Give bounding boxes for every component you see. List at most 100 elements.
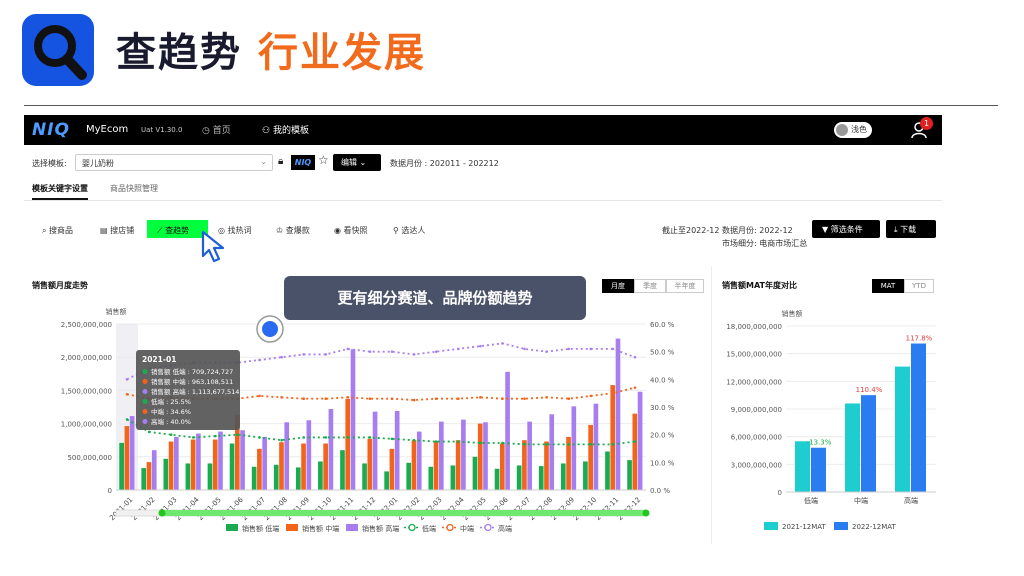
bar-low bbox=[141, 468, 147, 490]
bar-mid bbox=[323, 443, 328, 490]
divider bbox=[24, 105, 998, 106]
mat-comparison-panel: 销售额MAT年度对比 MAT YTD 销售额 18,000,000,000 15,0… bbox=[714, 266, 942, 544]
bar-high bbox=[218, 431, 223, 490]
bar-mid bbox=[433, 440, 439, 490]
slide-subtitle: 行业发展 bbox=[258, 30, 426, 76]
bar-high bbox=[483, 422, 488, 490]
focus-indicator bbox=[256, 315, 284, 343]
share-point bbox=[479, 396, 482, 399]
tooltip-marker bbox=[142, 399, 148, 404]
period-monthly[interactable]: 月度 bbox=[602, 279, 634, 293]
tool-search-products[interactable]: ⌕ 搜商品 bbox=[42, 225, 73, 236]
bar-high bbox=[461, 419, 466, 490]
tab-snapshot-management[interactable]: 商品快照管理 bbox=[110, 183, 158, 194]
x-tick-label: 2021-07 bbox=[241, 496, 267, 522]
tooltip-title: 2021-01 bbox=[142, 355, 176, 364]
bar-high bbox=[505, 371, 510, 490]
x-tick-label: 2021-10 bbox=[307, 496, 333, 522]
share-point bbox=[523, 397, 526, 400]
bar-low bbox=[583, 461, 588, 490]
monthly-trend-chart: 销售额 2,500,000,000 2,000,000,000 1,500,000,0… bbox=[61, 307, 675, 533]
theme-toggle[interactable]: 浅色 bbox=[834, 122, 872, 138]
filter-button[interactable]: ▼ 筛选条件 bbox=[812, 220, 880, 238]
share-point bbox=[324, 353, 328, 356]
period-quarterly[interactable]: 季度 bbox=[634, 279, 666, 293]
tooltip-marker bbox=[142, 389, 148, 394]
bar-low bbox=[605, 451, 610, 490]
tool-search-stores[interactable]: ▤ 搜店铺 bbox=[100, 225, 134, 236]
tooltip-marker bbox=[142, 379, 148, 384]
growth-label: 117.8% bbox=[906, 335, 933, 343]
bar-low bbox=[450, 465, 456, 490]
zoom-handle-right bbox=[642, 509, 650, 517]
legend-swatch bbox=[764, 522, 778, 530]
toggle-mat[interactable]: MAT bbox=[872, 279, 904, 293]
niq-badge: NIQ bbox=[291, 155, 315, 170]
nav-home[interactable]: ◷ 首页 bbox=[202, 123, 231, 136]
bar-mid bbox=[345, 399, 351, 490]
bar-low bbox=[251, 466, 257, 490]
bar-low bbox=[406, 462, 412, 490]
legend-label: 2022-12MAT bbox=[852, 523, 897, 531]
x-tick-label: 2022-10 bbox=[572, 496, 598, 522]
share-point bbox=[390, 437, 394, 441]
tool-bestsellers[interactable]: ♔ 查爆款 bbox=[276, 225, 310, 236]
bar-mid bbox=[212, 439, 218, 490]
app-version: Uat V1.30.0 bbox=[141, 126, 183, 134]
share-point bbox=[346, 436, 350, 439]
bar-high bbox=[284, 422, 290, 490]
y-tick-label: 3,000,000,000 bbox=[731, 461, 782, 469]
y-tick-label: 0 bbox=[108, 487, 112, 495]
download-button[interactable]: ⤓ 下载 bbox=[886, 220, 936, 238]
template-select[interactable]: 婴儿奶粉 ⌄ bbox=[75, 154, 273, 171]
y-tick-label: 15,000,000,000 bbox=[726, 351, 782, 359]
bar-high bbox=[151, 450, 157, 490]
tool-label: 查趋势 bbox=[165, 226, 190, 235]
edit-button[interactable]: 编辑 ⌄ bbox=[333, 154, 381, 171]
x-tick-label: 2021-08 bbox=[263, 496, 289, 522]
share-point bbox=[302, 353, 306, 356]
share-point bbox=[611, 443, 615, 446]
y-tick-label: 6,000,000,000 bbox=[731, 434, 782, 442]
nav-my-templates[interactable]: ⚇ 我的模板 bbox=[262, 123, 309, 136]
share-point bbox=[258, 358, 261, 362]
share-point bbox=[633, 386, 637, 389]
toggle-ytd[interactable]: YTD bbox=[904, 279, 934, 293]
nav-home-label: 首页 bbox=[212, 126, 231, 136]
callout-banner: 更有细分赛道、品牌份额趋势 bbox=[284, 276, 586, 320]
bar-mid bbox=[455, 440, 461, 490]
legend-label: 低端 bbox=[422, 524, 436, 533]
tool-label: 选达人 bbox=[401, 226, 426, 235]
share-point bbox=[169, 433, 173, 436]
bar-high bbox=[129, 416, 135, 490]
bar-mid bbox=[146, 462, 152, 490]
tool-snapshots[interactable]: ◉ 看快照 bbox=[334, 225, 368, 236]
tool-influencers[interactable]: ⚲ 选达人 bbox=[393, 225, 425, 236]
filter-icon: ▼ bbox=[822, 225, 829, 234]
share-point bbox=[280, 355, 283, 359]
y-axis-label: 销售额 bbox=[782, 309, 803, 318]
share-point bbox=[368, 350, 372, 353]
share-point bbox=[633, 440, 637, 443]
x-tick-label: 2022-12 bbox=[616, 496, 642, 522]
share-point bbox=[611, 391, 615, 395]
share-point bbox=[567, 397, 571, 400]
tooltip-marker bbox=[142, 409, 148, 414]
star-icon[interactable]: ☆ bbox=[318, 153, 329, 167]
y2-tick-label: 0.0 % bbox=[650, 487, 670, 495]
bar-high bbox=[637, 391, 643, 490]
crown-icon: ♔ bbox=[276, 226, 284, 235]
tab-keyword-settings[interactable]: 模板关键字设置 bbox=[32, 183, 88, 194]
niq-logo: NIQ bbox=[32, 120, 71, 140]
person-icon: ⚲ bbox=[393, 226, 399, 235]
bar-mid bbox=[389, 448, 395, 490]
period-half-year[interactable]: 半年度 bbox=[666, 279, 704, 293]
legend-swatch bbox=[286, 524, 298, 531]
bar-mid bbox=[257, 448, 262, 490]
data-months: 数据月份 : 202011 - 202212 bbox=[390, 159, 499, 168]
zoom-range bbox=[162, 510, 646, 516]
y2-tick-label: 20.0 % bbox=[650, 432, 675, 440]
share-point bbox=[125, 418, 129, 421]
notification-badge: 1 bbox=[920, 117, 933, 130]
y-tick-label: 2,500,000,000 bbox=[61, 321, 112, 329]
